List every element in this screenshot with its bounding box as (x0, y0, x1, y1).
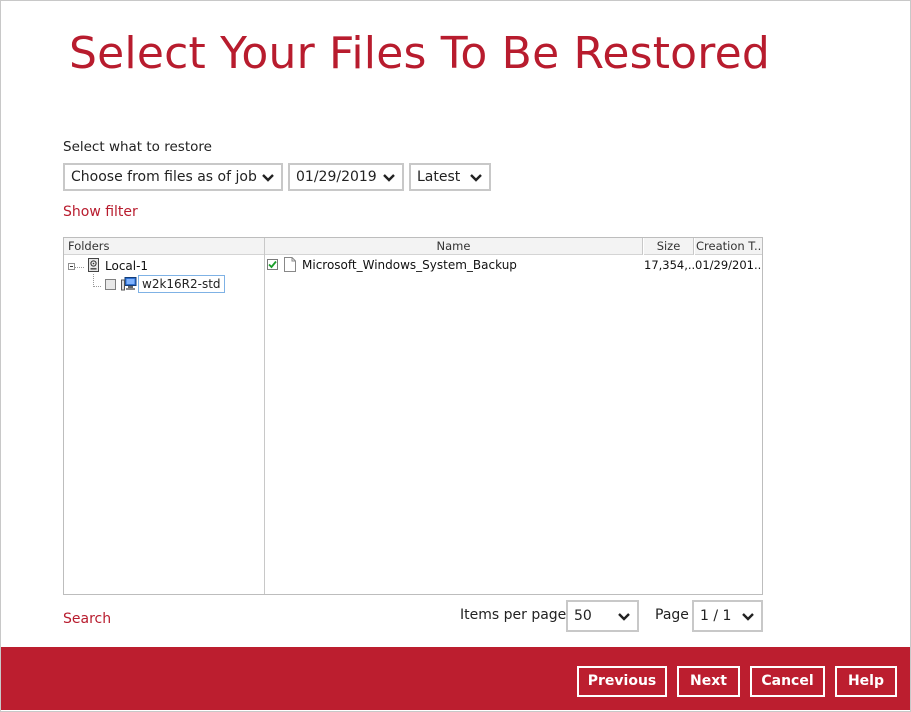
previous-button[interactable]: Previous (577, 666, 667, 697)
date-value: 01/29/2019 (296, 169, 377, 185)
help-button[interactable]: Help (835, 666, 897, 697)
cancel-button[interactable]: Cancel (750, 666, 825, 697)
chevron-down-icon (742, 613, 754, 621)
page-value: 1 / 1 (700, 608, 732, 624)
tree-item-w2k16r2-std[interactable]: w2k16R2-std (138, 275, 225, 293)
file-row-creation-time: 01/29/201... (695, 258, 762, 272)
select-what-to-restore-label: Select what to restore (63, 139, 212, 155)
computer-icon (121, 277, 137, 291)
tree-item-label: w2k16R2-std (142, 277, 221, 291)
creation-time-column-header[interactable]: Creation T... (695, 238, 762, 255)
file-row-size: 17,354,... (644, 258, 694, 272)
page-title: Select Your Files To Be Restored (69, 28, 771, 79)
job-mode-dropdown[interactable]: Choose from files as of job (63, 163, 283, 191)
tree-connector (93, 286, 101, 287)
chevron-down-icon (618, 613, 630, 621)
items-per-page-label: Items per page (460, 607, 567, 623)
next-button[interactable]: Next (677, 666, 740, 697)
name-column-header[interactable]: Name (265, 238, 643, 255)
page-label: Page (655, 607, 689, 623)
version-value: Latest (417, 169, 461, 185)
file-icon (284, 257, 296, 272)
show-filter-link[interactable]: Show filter (63, 204, 138, 220)
file-row-name[interactable]: Microsoft_Windows_System_Backup (302, 258, 517, 272)
chevron-down-icon (470, 174, 482, 182)
tree-item-label: Local-1 (105, 259, 149, 273)
folder-tree-pane: Local-1 w2k16R2-std (64, 238, 265, 594)
tree-connector (75, 267, 84, 268)
version-dropdown[interactable]: Latest (409, 163, 491, 191)
page-dropdown[interactable]: 1 / 1 (692, 600, 763, 632)
items-per-page-dropdown[interactable]: 50 (566, 600, 639, 632)
collapse-toggle[interactable] (68, 263, 75, 270)
file-row-checkbox[interactable] (267, 259, 278, 270)
items-per-page-value: 50 (574, 608, 592, 624)
tree-item-local-1[interactable]: Local-1 (87, 258, 148, 273)
footer-bar: Previous Next Cancel Help (1, 647, 910, 710)
checkmark-icon (268, 260, 277, 269)
job-mode-value: Choose from files as of job (71, 169, 257, 185)
file-browser: Folders Name Size Creation T... Local-1 … (63, 237, 763, 595)
tree-item-checkbox[interactable] (105, 279, 116, 290)
chevron-down-icon (262, 174, 274, 182)
backup-destination-icon (88, 258, 99, 272)
chevron-down-icon (383, 174, 395, 182)
search-link[interactable]: Search (63, 611, 111, 627)
date-dropdown[interactable]: 01/29/2019 (288, 163, 404, 191)
size-column-header[interactable]: Size (644, 238, 694, 255)
